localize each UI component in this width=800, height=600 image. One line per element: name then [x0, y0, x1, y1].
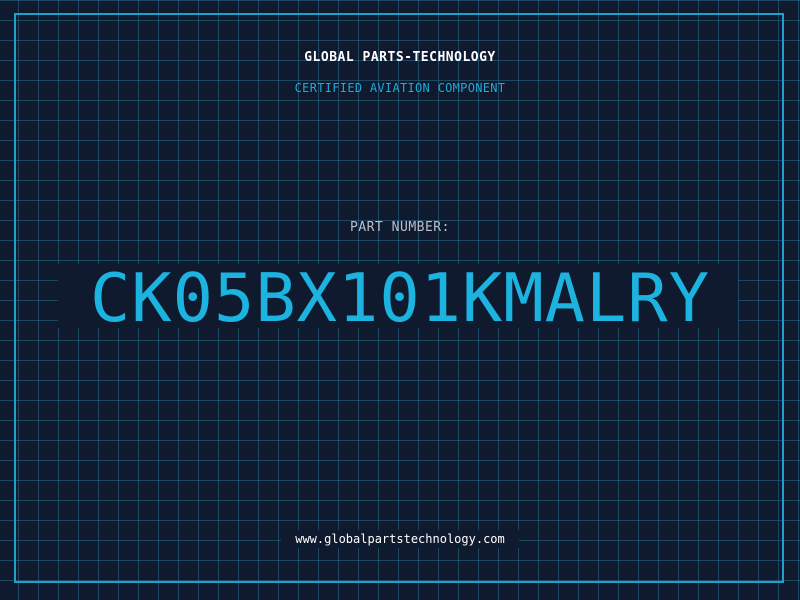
company-name: GLOBAL PARTS-TECHNOLOGY: [304, 50, 496, 65]
certification-tagline: CERTIFIED AVIATION COMPONENT: [294, 81, 506, 95]
part-number-label: PART NUMBER:: [350, 220, 450, 235]
website-url: www.globalpartstechnology.com: [295, 532, 505, 546]
part-number-value: CK05BX101KMALRY: [89, 259, 711, 337]
